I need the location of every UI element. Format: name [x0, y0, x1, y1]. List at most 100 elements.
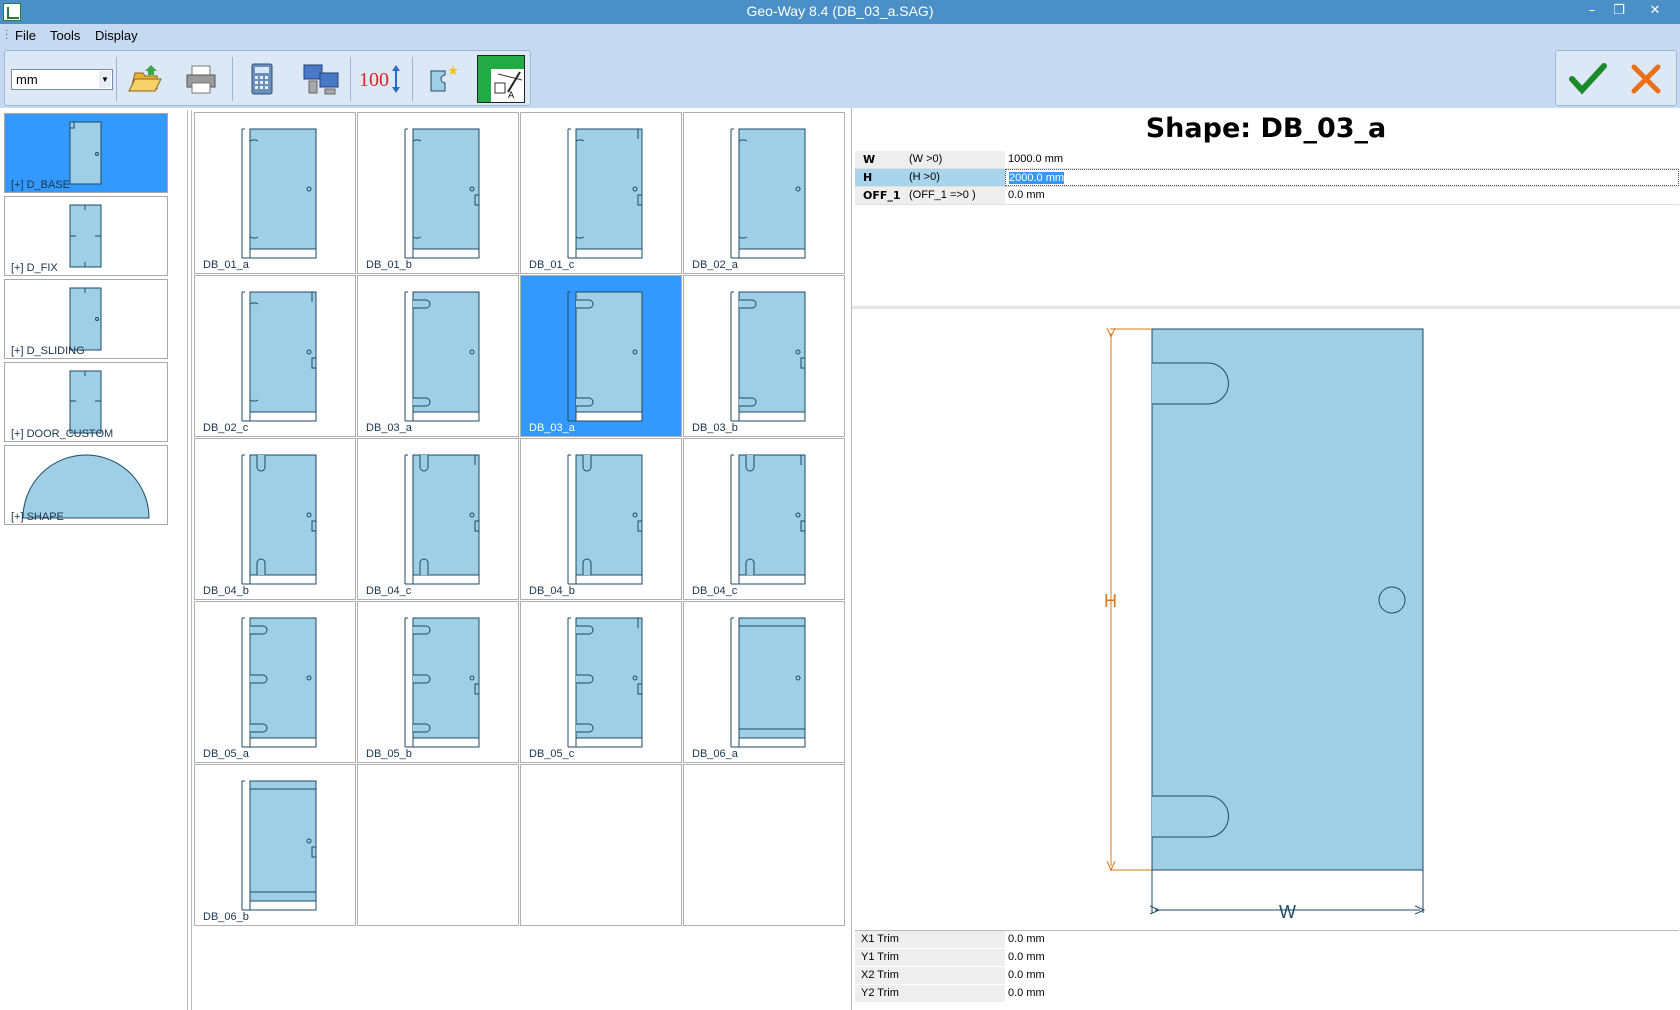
close-window-button[interactable]: ✕: [1640, 0, 1670, 22]
menu-display[interactable]: Display: [95, 28, 138, 43]
shape-tile-label: DB_04_b: [529, 585, 575, 597]
title-bar: Geo-Way 8.4 (DB_03_a.SAG) – ❐ ✕: [0, 0, 1680, 24]
param-name: H: [855, 169, 905, 186]
calculator-icon: [251, 63, 273, 95]
trim-name: Y1 Trim: [855, 949, 1005, 966]
trim-row-x1[interactable]: X1 Trim 0.0 mm: [855, 931, 1679, 949]
minimize-button[interactable]: –: [1577, 0, 1607, 22]
handle-hole: [1378, 586, 1406, 614]
param-row-w[interactable]: W (W >0) 1000.0 mm: [855, 151, 1679, 169]
edit-drawing-button[interactable]: A: [477, 55, 525, 103]
shape-tile[interactable]: DB_04_b: [520, 438, 682, 600]
confirm-button[interactable]: [1566, 57, 1610, 101]
param-value-input[interactable]: 0.0 mm: [1005, 187, 1679, 204]
print-button[interactable]: [179, 57, 223, 101]
shape-tile-label: DB_03_b: [692, 422, 738, 434]
param-value-input[interactable]: 1000.0 mm: [1005, 151, 1679, 168]
trim-row-x2[interactable]: X2 Trim 0.0 mm: [855, 967, 1679, 985]
trim-value-input[interactable]: 0.0 mm: [1005, 931, 1679, 948]
checkmark-icon: [1569, 63, 1607, 95]
shape-thumbnail-icon: [404, 291, 480, 422]
shape-thumbnail-icon: [567, 617, 643, 748]
shape-tile[interactable]: DB_06_a: [683, 601, 845, 763]
width-label: W: [1279, 902, 1296, 922]
shape-tile-label: DB_01_a: [203, 259, 249, 271]
shape-tile[interactable]: DB_03_b: [683, 275, 845, 437]
network-button[interactable]: [299, 57, 343, 101]
shape-tile[interactable]: DB_05_b: [357, 601, 519, 763]
param-row-h[interactable]: H (H >0) 2000.0 mm: [855, 169, 1679, 187]
shape-tile[interactable]: DB_05_a: [194, 601, 356, 763]
category-label: [+] D_FIX: [11, 262, 58, 274]
category-d-fix[interactable]: [+] D_FIX: [4, 196, 168, 276]
hinge-slot-top: [1152, 362, 1229, 405]
shape-tile[interactable]: DB_01_b: [357, 112, 519, 274]
unit-select[interactable]: mm ▼: [11, 69, 113, 90]
trim-row-y1[interactable]: Y1 Trim 0.0 mm: [855, 949, 1679, 967]
trims-table: X1 Trim 0.0 mm Y1 Trim 0.0 mm X2 Trim 0.…: [855, 930, 1679, 1003]
shape-tile[interactable]: DB_01_a: [194, 112, 356, 274]
window-title: Geo-Way 8.4 (DB_03_a.SAG): [746, 3, 934, 19]
height-dimension: H: [1104, 329, 1152, 870]
toolbar-separator: [350, 57, 351, 101]
shape-thumbnail-icon: [730, 291, 806, 422]
shape-thumbnail-icon: [241, 291, 317, 422]
shape-thumbnail-icon: [730, 454, 806, 585]
shape-tile[interactable]: DB_02_a: [683, 112, 845, 274]
shape-tile-label: DB_06_b: [203, 911, 249, 923]
height-label: H: [1104, 591, 1117, 611]
param-condition: (H >0): [905, 169, 1005, 186]
category-label: [+] D_BASE: [11, 179, 71, 191]
shape-detail-panel: Shape: DB_03_a W (W >0) 1000.0 mm H (H >…: [851, 108, 1680, 1010]
shape-tile[interactable]: DB_04_b: [194, 438, 356, 600]
trim-value-input[interactable]: 0.0 mm: [1005, 985, 1679, 1002]
category-label: [+] D_SLIDING: [11, 345, 85, 357]
scale-100-button[interactable]: 100: [357, 57, 401, 101]
shape-tile[interactable]: DB_04_c: [357, 438, 519, 600]
param-value-input[interactable]: 2000.0 mm: [1005, 169, 1679, 186]
shape-tile[interactable]: DB_06_b: [194, 764, 356, 926]
category-label: [+] DOOR_CUSTOM: [11, 428, 114, 440]
trim-name: Y2 Trim: [855, 985, 1005, 1002]
trim-row-y2[interactable]: Y2 Trim 0.0 mm: [855, 985, 1679, 1003]
maximize-button[interactable]: ❐: [1604, 0, 1634, 22]
new-shape-button[interactable]: [423, 57, 467, 101]
shape-thumbnail-icon: [241, 128, 317, 259]
category-d-base[interactable]: [+] D_BASE: [4, 113, 168, 193]
param-condition: (OFF_1 =>0 ): [905, 187, 1005, 204]
toolbar-area: mm ▼ 100 A: [0, 46, 1680, 108]
category-d-sliding[interactable]: [+] D_SLIDING: [4, 279, 168, 359]
empty-tile: [683, 764, 845, 926]
param-name: W: [855, 151, 905, 168]
shape-preview: H W: [1104, 313, 1680, 922]
shape-tile-label: DB_01_b: [366, 259, 412, 271]
empty-tile: [357, 764, 519, 926]
cancel-button[interactable]: [1624, 57, 1668, 101]
shape-grid: DB_01_a DB_01_b DB_01_c DB_02_a DB_02_c DB_03…: [191, 110, 847, 1010]
hinge-slot-bottom: [1152, 795, 1229, 838]
shape-tile-label: DB_06_a: [692, 748, 738, 760]
shape-tile[interactable]: DB_03_a: [357, 275, 519, 437]
shape-thumbnail-icon: [404, 128, 480, 259]
shape-tile[interactable]: DB_01_c: [520, 112, 682, 274]
category-shape[interactable]: [+] SHAPE: [4, 445, 168, 525]
param-row-off-1[interactable]: OFF_1 (OFF_1 =>0 ) 0.0 mm: [855, 187, 1679, 205]
trim-value-input[interactable]: 0.0 mm: [1005, 967, 1679, 984]
category-door-custom[interactable]: [+] DOOR_CUSTOM: [4, 362, 168, 442]
trim-value-input[interactable]: 0.0 mm: [1005, 949, 1679, 966]
trim-name: X1 Trim: [855, 931, 1005, 948]
shape-tile[interactable]: DB_02_c: [194, 275, 356, 437]
open-folder-button[interactable]: [123, 57, 167, 101]
shape-tile-label: DB_05_a: [203, 748, 249, 760]
shape-tile-label: DB_03_a: [366, 422, 412, 434]
shape-thumbnail-icon: [241, 780, 317, 911]
shape-tile[interactable]: DB_03_a: [520, 275, 682, 437]
menu-file[interactable]: File: [15, 28, 36, 43]
shape-tile[interactable]: DB_05_c: [520, 601, 682, 763]
param-name: OFF_1: [855, 187, 905, 204]
shape-tile[interactable]: DB_04_c: [683, 438, 845, 600]
chevron-down-icon[interactable]: ▼: [99, 71, 111, 88]
calculator-button[interactable]: [240, 57, 284, 101]
menu-tools[interactable]: Tools: [50, 28, 80, 43]
shape-tile-label: DB_01_c: [529, 259, 575, 271]
